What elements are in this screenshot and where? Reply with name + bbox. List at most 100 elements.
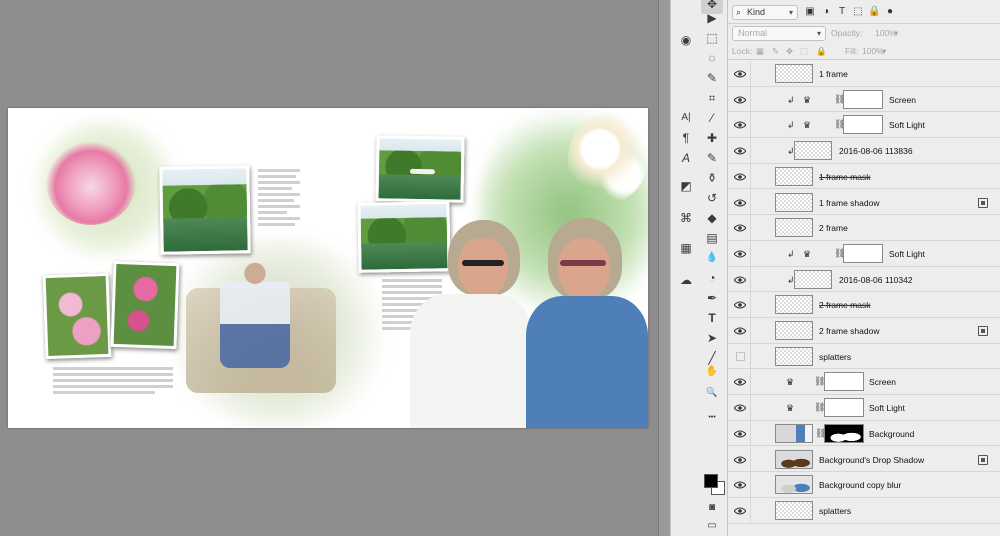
layer-row[interactable]: 2 frame: [728, 215, 1000, 241]
layer-row[interactable]: 2 frame mask: [728, 292, 1000, 318]
eye-icon[interactable]: [734, 173, 746, 181]
zoom-tool[interactable]: 🔍: [701, 382, 723, 402]
filter-type-icon[interactable]: T: [836, 6, 848, 18]
layer-row[interactable]: splatters: [728, 497, 1000, 524]
eye-icon[interactable]: [734, 147, 746, 155]
eye-icon[interactable]: [734, 96, 746, 104]
eye-icon[interactable]: [734, 121, 746, 129]
brush-tool[interactable]: ✎: [701, 148, 723, 168]
layer-row[interactable]: ↲ 2016-08-06 110342: [728, 266, 1000, 293]
layer-name[interactable]: 1 frame shadow: [819, 197, 879, 209]
artboard-tool[interactable]: ▶: [701, 8, 723, 28]
lock-all-icon[interactable]: 🔒: [816, 45, 827, 57]
layer-name[interactable]: Screen: [889, 94, 916, 106]
layer-name[interactable]: 2 frame mask: [819, 299, 871, 311]
layer-row[interactable]: 1 frame: [728, 61, 1000, 87]
creative-cloud-panel-icon[interactable]: ☁: [675, 270, 697, 290]
quick-select-tool[interactable]: ✎: [701, 68, 723, 88]
paths-panel-icon[interactable]: ⌘: [675, 208, 697, 228]
filter-pixel-icon[interactable]: ▣: [804, 6, 816, 18]
layer-row[interactable]: splatters: [728, 343, 1000, 370]
dodge-tool[interactable]: ◔: [701, 268, 723, 288]
layer-name[interactable]: 2016-08-06 113836: [839, 145, 913, 157]
layer-name[interactable]: 2 frame shadow: [819, 325, 879, 337]
visibility-off-box[interactable]: [736, 351, 745, 361]
document-canvas[interactable]: [8, 108, 648, 428]
gradient-tool[interactable]: ▤: [701, 228, 723, 248]
eye-icon[interactable]: [734, 70, 746, 78]
layer-name[interactable]: Soft Light: [889, 248, 925, 260]
blur-tool[interactable]: 💧: [701, 248, 723, 268]
crop-tool[interactable]: ⌗: [701, 88, 723, 108]
layer-name[interactable]: Background's Drop Shadow: [819, 454, 924, 466]
layer-name[interactable]: splatters: [819, 505, 851, 517]
more-tools[interactable]: •••: [701, 408, 723, 428]
healing-tool[interactable]: ✚: [701, 128, 723, 148]
eyedropper-tool[interactable]: ⁄: [701, 108, 723, 128]
layer-row[interactable]: Background copy blur: [728, 472, 1000, 498]
layer-name[interactable]: Background: [869, 428, 914, 440]
layer-row[interactable]: ↲ ♛ ⛓ Soft Light: [728, 240, 1000, 267]
paragraph-panel-icon[interactable]: ¶: [675, 128, 697, 148]
layer-row[interactable]: ♛ ⛓ Screen: [728, 369, 1000, 396]
eye-icon[interactable]: [734, 250, 746, 258]
lock-artboard-icon[interactable]: ⬚: [800, 45, 808, 57]
layer-row[interactable]: ⛓ Background: [728, 420, 1000, 447]
layer-row[interactable]: 2 frame shadow: [728, 318, 1000, 344]
layer-name[interactable]: 1 frame: [819, 68, 848, 80]
layer-name[interactable]: Background copy blur: [819, 479, 901, 491]
filter-smart-object-icon[interactable]: 🔒: [868, 6, 880, 18]
glyphs-panel-icon[interactable]: A: [675, 148, 697, 168]
character-panel-icon[interactable]: A|: [675, 108, 697, 128]
eraser-tool[interactable]: ◆: [701, 208, 723, 228]
fill-chevron-icon[interactable]: ▾: [882, 45, 886, 57]
marquee-tool[interactable]: ⬚: [701, 28, 723, 48]
eye-icon[interactable]: [734, 276, 746, 284]
layer-name[interactable]: 1 frame mask: [819, 171, 871, 183]
eye-icon[interactable]: [734, 224, 746, 232]
blend-mode-select[interactable]: Normal ▾: [732, 26, 826, 41]
filter-adjustment-icon[interactable]: ◑: [820, 6, 832, 18]
layer-name[interactable]: Screen: [869, 376, 896, 388]
layer-name[interactable]: Soft Light: [889, 119, 925, 131]
filter-shape-icon[interactable]: ⬚: [852, 6, 864, 18]
eye-icon[interactable]: [734, 456, 746, 464]
quick-mask[interactable]: ◙: [701, 498, 723, 518]
eye-icon[interactable]: [734, 507, 746, 515]
eye-icon[interactable]: [734, 430, 746, 438]
path-select-tool[interactable]: ➤: [701, 328, 723, 348]
layer-name[interactable]: 2016-08-06 110342: [839, 274, 913, 286]
eye-icon[interactable]: [734, 404, 746, 412]
layer-row[interactable]: ↲ ♛ ⛓ Soft Light: [728, 112, 1000, 139]
clone-stamp-tool[interactable]: ⚱: [701, 168, 723, 188]
lock-image-icon[interactable]: ✎: [772, 45, 779, 57]
layer-row[interactable]: 1 frame mask: [728, 163, 1000, 190]
opacity-chevron-icon[interactable]: ▾: [894, 27, 898, 39]
filter-kind-select[interactable]: ⌕ Kind ▾: [732, 5, 798, 20]
type-tool[interactable]: T: [701, 308, 723, 328]
foreground-color-swatch[interactable]: [704, 474, 718, 488]
eye-icon[interactable]: [734, 481, 746, 489]
eye-icon[interactable]: [734, 199, 746, 207]
hand-tool[interactable]: ✋: [701, 362, 723, 382]
filter-toggle-icon[interactable]: ●: [884, 6, 896, 18]
panel-toggle-icon[interactable]: ◉: [675, 30, 697, 50]
lasso-tool[interactable]: ◌: [701, 48, 723, 68]
eye-icon[interactable]: [734, 378, 746, 386]
libraries-panel-icon[interactable]: ◩: [675, 176, 697, 196]
layer-row[interactable]: ↲ 2016-08-06 113836: [728, 138, 1000, 164]
layer-name[interactable]: Soft Light: [869, 402, 905, 414]
layer-row[interactable]: ♛ ⛓ Soft Light: [728, 395, 1000, 421]
fill-value[interactable]: 100%: [862, 45, 884, 57]
eye-icon[interactable]: [734, 327, 746, 335]
layer-name[interactable]: splatters: [819, 351, 851, 363]
pen-tool[interactable]: ✒: [701, 288, 723, 308]
screen-mode[interactable]: ▭: [701, 516, 723, 536]
layer-row[interactable]: 1 frame shadow: [728, 189, 1000, 216]
canvas-area[interactable]: [0, 0, 658, 536]
lock-transparency-icon[interactable]: ▦: [756, 45, 764, 57]
swatches-panel-icon[interactable]: ▦: [675, 238, 697, 258]
layer-name[interactable]: 2 frame: [819, 222, 848, 234]
layer-row[interactable]: ↲ ♛ ⛓ Screen: [728, 86, 1000, 113]
lock-position-icon[interactable]: ✥: [786, 45, 793, 57]
